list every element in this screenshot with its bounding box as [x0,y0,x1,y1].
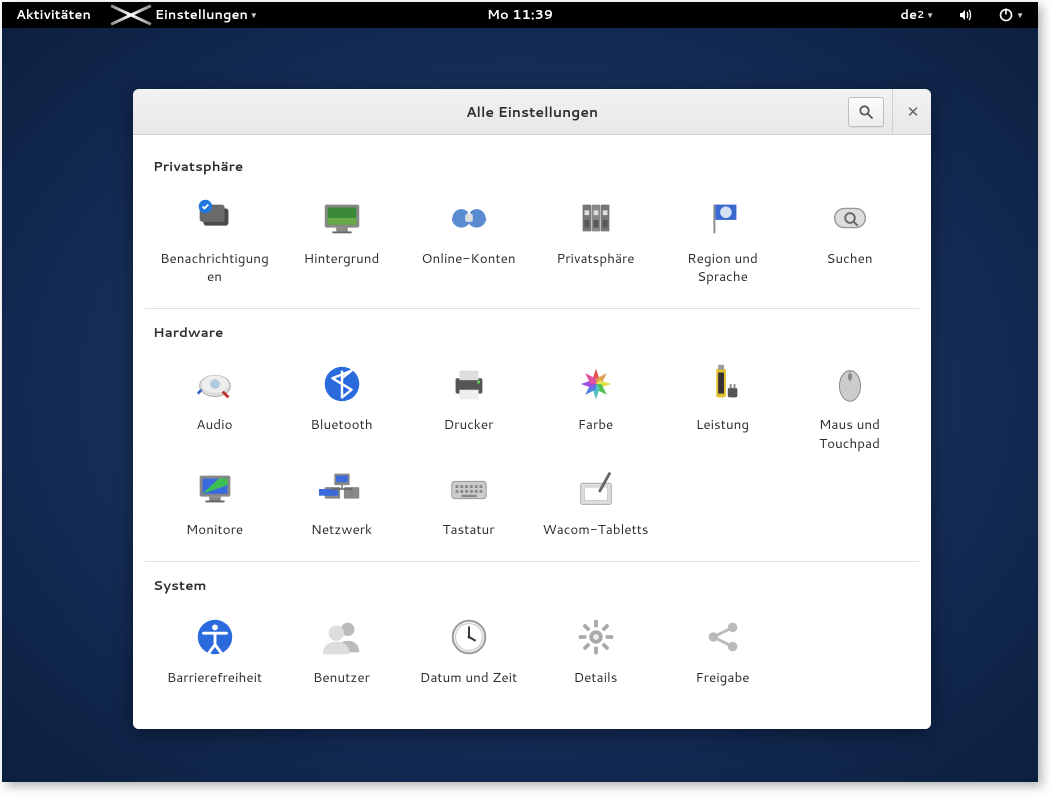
close-icon: ✕ [907,101,920,122]
wacom-icon [572,465,620,513]
accessibility-icon [191,613,239,661]
item-label: Benachrichtigungen [160,250,270,286]
volume-icon [958,7,974,23]
item-label: Drucker [444,416,494,434]
activities-label: Aktivitäten [16,6,91,24]
mouse-icon [826,360,874,408]
item-bluetooth[interactable]: Bluetooth [278,356,405,456]
item-label: Leistung [696,416,749,434]
item-users[interactable]: Benutzer [278,609,405,691]
item-label: Details [574,669,618,687]
search-settings-icon [826,194,874,242]
item-mouse[interactable]: Maus und Touchpad [786,356,913,456]
item-label: Freigabe [695,669,749,687]
item-keyboard[interactable]: Tastatur [405,461,532,543]
keyboard-layout-index: 2 [917,8,924,22]
titlebar-divider [892,89,893,135]
network-icon [318,465,366,513]
item-label: Audio [196,416,232,434]
item-sharing[interactable]: Freigabe [659,609,786,691]
item-audio[interactable]: Audio [151,356,278,456]
system-grid: Barrierefreiheit Benutzer Datum und Zeit [151,601,913,699]
item-label: Netzwerk [311,521,372,539]
search-button[interactable] [848,97,884,127]
item-displays[interactable]: Monitore [151,461,278,543]
item-online-accounts[interactable]: Online-Konten [405,190,532,290]
item-wacom[interactable]: Wacom-Tabletts [532,461,659,543]
item-color[interactable]: Farbe [532,356,659,456]
printer-icon [445,360,493,408]
audio-icon [191,360,239,408]
item-privacy[interactable]: Privatsphäre [532,190,659,290]
item-network[interactable]: Netzwerk [278,461,405,543]
item-label: Monitore [186,521,243,539]
chevron-down-icon: ▼ [250,9,258,21]
item-label: Tastatur [442,521,494,539]
hardware-grid: Audio Bluetooth Drucker [151,348,913,561]
item-notifications[interactable]: Benachrichtigungen [151,190,278,290]
window-title: Alle Einstellungen [466,102,598,122]
app-logo-icon [107,2,155,28]
notifications-icon [191,194,239,242]
search-icon [858,104,874,120]
item-label: Bluetooth [310,416,372,434]
displays-icon [191,465,239,513]
app-menu-label: Einstellungen [155,6,248,24]
chevron-down-icon: ▼ [1016,9,1024,21]
region-language-icon [699,194,747,242]
item-label: Barrierefreiheit [167,669,262,687]
settings-window: Alle Einstellungen ✕ Privatsphäre [133,89,931,729]
details-icon [572,613,620,661]
item-label: Privatsphäre [556,250,634,268]
item-power[interactable]: Leistung [659,356,786,456]
personal-grid: Benachrichtigungen Hintergrund Online-Ko… [151,182,913,308]
settings-content: Privatsphäre Benachrichtigungen Hintergr… [133,135,931,729]
desktop: Aktivitäten Einstellungen ▼ Mo 11:39 de2… [2,2,1038,782]
top-bar: Aktivitäten Einstellungen ▼ Mo 11:39 de2… [2,2,1038,28]
keyboard-layout-button[interactable]: de2 ▼ [894,6,940,24]
item-label: Maus und Touchpad [795,416,905,452]
section-title-personal: Privatsphäre [151,143,913,182]
item-label: Suchen [826,250,872,268]
wallpaper-icon [318,194,366,242]
item-datetime[interactable]: Datum und Zeit [405,609,532,691]
clock-button[interactable]: Mo 11:39 [481,6,559,24]
item-label: Wacom-Tabletts [542,521,648,539]
item-accessibility[interactable]: Barrierefreiheit [151,609,278,691]
power-menu-button[interactable]: ▼ [992,7,1030,23]
activities-button[interactable]: Aktivitäten [10,6,97,24]
close-button[interactable]: ✕ [901,100,925,124]
privacy-icon [572,194,620,242]
bluetooth-icon [318,360,366,408]
clock-label: Mo 11:39 [487,6,553,24]
color-icon [572,360,620,408]
item-details[interactable]: Details [532,609,659,691]
section-title-system: System [151,562,913,601]
item-printer[interactable]: Drucker [405,356,532,456]
section-title-hardware: Hardware [151,309,913,348]
keyboard-icon [445,465,493,513]
datetime-icon [445,613,493,661]
keyboard-layout-label: de [900,6,917,24]
online-accounts-icon [445,194,493,242]
item-region-language[interactable]: Region und Sprache [659,190,786,290]
chevron-down-icon: ▼ [926,9,934,21]
power-icon [998,7,1014,23]
item-label: Datum und Zeit [420,669,517,687]
users-icon [318,613,366,661]
power-icon [699,360,747,408]
item-label: Online-Konten [421,250,515,268]
volume-button[interactable] [952,7,980,23]
item-label: Hintergrund [304,250,380,268]
item-background[interactable]: Hintergrund [278,190,405,290]
sharing-icon [699,613,747,661]
item-label: Farbe [578,416,614,434]
app-menu-button[interactable]: Einstellungen ▼ [149,6,264,24]
item-label: Region und Sprache [668,250,778,286]
item-search[interactable]: Suchen [786,190,913,290]
item-label: Benutzer [313,669,370,687]
window-titlebar: Alle Einstellungen ✕ [133,89,931,135]
